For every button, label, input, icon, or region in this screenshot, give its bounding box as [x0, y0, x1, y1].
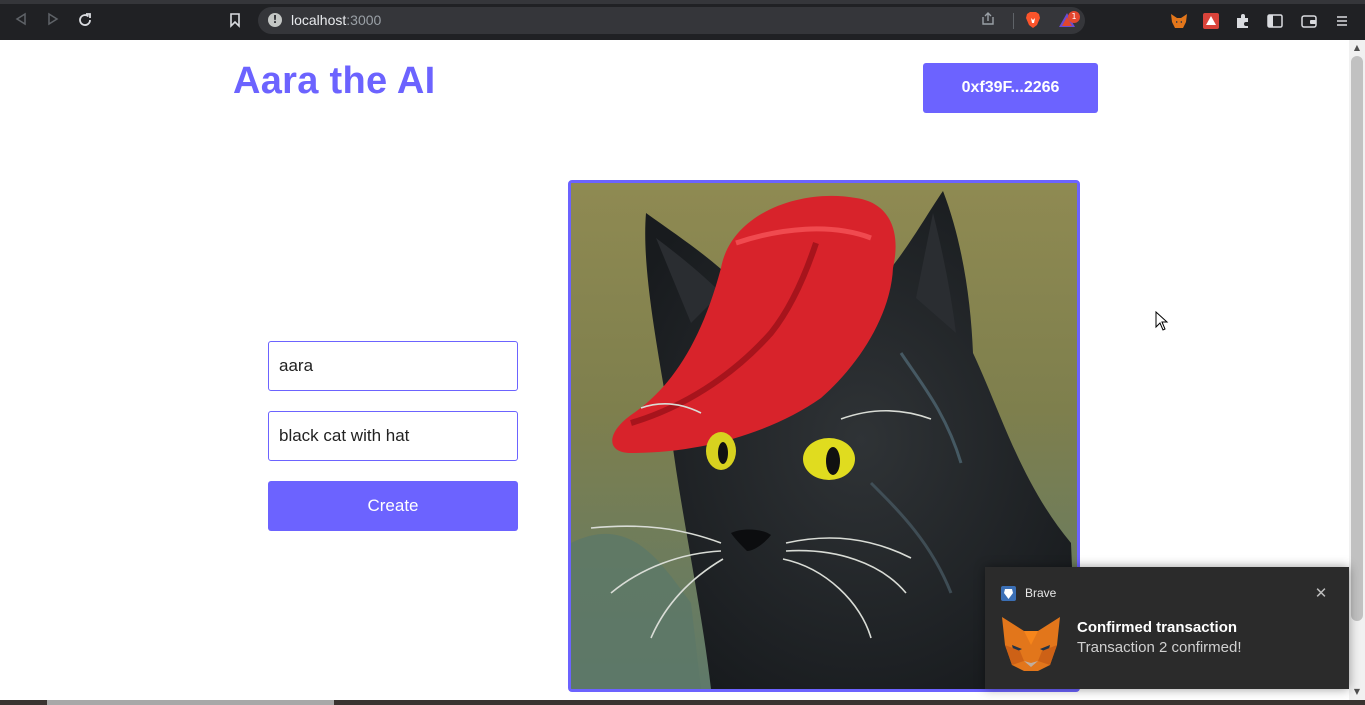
wallet-address-button[interactable]: 0xf39F...2266 [923, 63, 1098, 113]
browser-toolbar: ! localhost:3000 1 [0, 0, 1365, 40]
brave-lion-icon[interactable] [1025, 11, 1041, 29]
notification-title: Confirmed transaction [1077, 619, 1238, 636]
metamask-fox-icon [1000, 615, 1062, 673]
transaction-notification[interactable]: Brave ✕ Confirmed transaction Transactio… [985, 567, 1349, 689]
site-info-icon[interactable]: ! [268, 13, 282, 27]
forward-arrow-icon[interactable] [44, 12, 62, 30]
brave-app-icon [1001, 586, 1016, 601]
prompt-input[interactable]: black cat with hat [268, 411, 518, 461]
notification-app-name: Brave [1025, 586, 1057, 600]
bookmark-icon[interactable] [226, 12, 244, 30]
horizontal-scroll-thumb[interactable] [47, 700, 334, 705]
wallet-icon[interactable] [1300, 12, 1318, 30]
notification-body: Transaction 2 confirmed! [1077, 639, 1242, 656]
divider [1013, 13, 1014, 29]
page-title: Aara the AI [233, 60, 436, 102]
address-bar[interactable]: ! localhost:3000 1 [258, 7, 1085, 34]
url-host: localhost [291, 12, 347, 28]
metamask-extension-icon[interactable] [1170, 12, 1188, 30]
hamburger-menu-icon[interactable] [1335, 12, 1353, 30]
url-text[interactable]: localhost:3000 [291, 12, 381, 28]
create-button[interactable]: Create [268, 481, 518, 531]
rewards-badge: 1 [1068, 11, 1080, 23]
reload-icon[interactable] [76, 12, 94, 30]
puzzle-icon[interactable] [1234, 12, 1252, 30]
scroll-up-icon[interactable]: ▲ [1351, 42, 1363, 54]
mouse-cursor-icon [1155, 310, 1169, 331]
vertical-scroll-thumb[interactable] [1351, 56, 1363, 621]
url-port: :3000 [346, 12, 382, 28]
scroll-down-icon[interactable]: ▼ [1351, 686, 1363, 698]
tab-strip [0, 0, 1365, 4]
share-icon[interactable] [979, 11, 997, 29]
close-icon[interactable]: ✕ [1312, 584, 1330, 602]
name-input[interactable]: aara [268, 341, 518, 391]
sidebar-icon[interactable] [1266, 12, 1284, 30]
back-arrow-icon[interactable] [12, 12, 30, 30]
extension-icon[interactable] [1202, 12, 1220, 30]
